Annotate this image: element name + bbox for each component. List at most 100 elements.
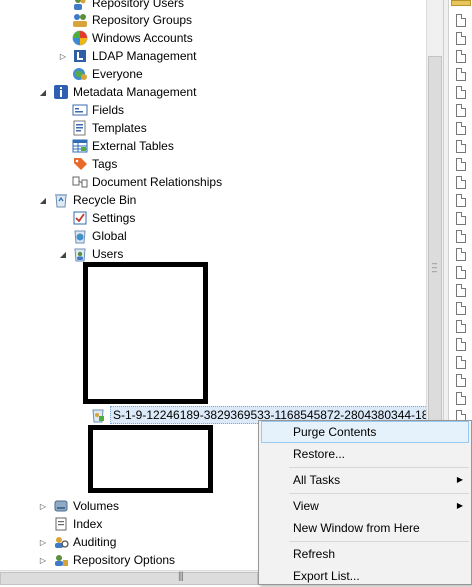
document-icon	[456, 356, 466, 369]
field-icon	[72, 102, 88, 118]
vertical-scroll-thumb[interactable]: – – –	[428, 56, 442, 476]
document-icon	[456, 284, 466, 297]
tree-item-templates[interactable]: Templates	[72, 119, 147, 137]
context-menu: Purge Contents Restore... All Tasks ▶ Vie…	[258, 420, 472, 585]
redaction-box	[83, 262, 208, 404]
document-icon	[456, 212, 466, 225]
document-icon	[456, 140, 466, 153]
tree-label: Recycle Bin	[73, 193, 137, 207]
ldap-icon	[72, 48, 88, 64]
menu-item-all-tasks[interactable]: All Tasks ▶	[261, 469, 469, 491]
tree-label: Index	[73, 517, 103, 531]
globe-users-icon	[72, 66, 88, 82]
menu-item-new-window[interactable]: New Window from Here	[261, 517, 469, 539]
menu-separator	[289, 493, 469, 494]
document-icon	[456, 392, 466, 405]
menu-item-purge-contents[interactable]: Purge Contents	[261, 421, 469, 443]
collapse-triangle-icon[interactable]: ◢	[38, 191, 48, 209]
auditing-icon	[53, 534, 69, 550]
recycle-bin-icon	[53, 192, 69, 208]
tree-label: Document Relationships	[92, 175, 223, 189]
tree-item-metadata-management[interactable]: Metadata Management	[53, 83, 196, 101]
recycle-user-icon	[90, 407, 106, 423]
expand-triangle-icon[interactable]: ▷	[58, 47, 68, 65]
users-icon	[72, 0, 88, 11]
tree-label: Templates	[92, 121, 147, 135]
tree-label: Settings	[92, 211, 136, 225]
grip-icon: |||	[178, 571, 184, 582]
tree-item-document-relationships[interactable]: Document Relationships	[72, 173, 222, 191]
collapse-triangle-icon[interactable]: ◢	[58, 245, 68, 263]
menu-label: Purge Contents	[293, 425, 377, 439]
menu-item-restore[interactable]: Restore...	[261, 443, 469, 465]
tree-label: Volumes	[73, 499, 120, 513]
document-icon	[456, 320, 466, 333]
recycle-globe-icon	[72, 228, 88, 244]
expand-triangle-icon[interactable]: ▷	[38, 551, 48, 569]
recycle-users-icon	[72, 246, 88, 262]
windows-logo-icon	[72, 30, 88, 46]
tree-item-repository-groups[interactable]: Repository Groups	[72, 11, 192, 29]
menu-item-refresh[interactable]: Refresh	[261, 543, 469, 565]
tree-item-users[interactable]: Users	[72, 245, 123, 263]
document-icon	[456, 104, 466, 117]
document-icon	[456, 194, 466, 207]
tree-item-ldap-management[interactable]: LDAP Management	[72, 47, 197, 65]
tree-label: Users	[92, 247, 124, 261]
tree-item-global[interactable]: Global	[72, 227, 127, 245]
tree-label: Tags	[92, 157, 118, 171]
tree-item-settings[interactable]: Settings	[72, 209, 135, 227]
submenu-arrow-icon: ▶	[456, 475, 463, 484]
tree-item-fields[interactable]: Fields	[72, 101, 124, 119]
options-icon	[53, 552, 69, 568]
checkbox-settings-icon	[72, 210, 88, 226]
menu-label: View	[293, 499, 319, 513]
index-icon	[53, 516, 69, 532]
volume-icon	[53, 498, 69, 514]
tree-label: Fields	[92, 103, 125, 117]
tree-item-external-tables[interactable]: External Tables	[72, 137, 174, 155]
menu-label: New Window from Here	[293, 521, 420, 535]
collapse-triangle-icon[interactable]: ◢	[38, 83, 48, 101]
menu-separator	[289, 467, 469, 468]
document-icon	[456, 32, 466, 45]
menu-label: Restore...	[293, 447, 346, 461]
menu-separator	[289, 541, 469, 542]
submenu-arrow-icon: ▶	[456, 501, 463, 510]
tag-icon	[72, 156, 88, 172]
document-icon	[456, 266, 466, 279]
relationship-icon	[72, 174, 88, 190]
document-icon	[456, 68, 466, 81]
document-icon	[456, 122, 466, 135]
tree-label: Everyone	[92, 67, 143, 81]
expand-triangle-icon[interactable]: ▷	[38, 533, 48, 551]
tree-item-everyone[interactable]: Everyone	[72, 65, 143, 83]
tree-label: Repository Options	[73, 553, 176, 567]
tree-label: Windows Accounts	[92, 31, 193, 45]
tree-label: LDAP Management	[92, 49, 197, 63]
template-icon	[72, 120, 88, 136]
menu-label: Export List...	[293, 569, 360, 583]
document-icon	[456, 374, 466, 387]
redaction-box	[88, 425, 213, 493]
tree-label: Repository Groups	[92, 13, 193, 27]
tree-item-index[interactable]: Index	[53, 515, 102, 533]
document-icon	[456, 248, 466, 261]
tree-item-windows-accounts[interactable]: Windows Accounts	[72, 29, 193, 47]
tree-label: Metadata Management	[73, 85, 197, 99]
tree-item-repository-options[interactable]: Repository Options	[53, 551, 175, 569]
tree-item-volumes[interactable]: Volumes	[53, 497, 119, 515]
menu-item-export-list[interactable]: Export List...	[261, 565, 469, 587]
tree-item-tags[interactable]: Tags	[72, 155, 117, 173]
group-icon	[72, 12, 88, 28]
tree-label: Auditing	[73, 535, 117, 549]
table-icon	[72, 138, 88, 154]
grip-icon: – – –	[432, 258, 438, 276]
horizontal-scroll-thumb[interactable]	[0, 572, 258, 585]
expand-triangle-icon[interactable]: ▷	[38, 497, 48, 515]
document-icon	[456, 230, 466, 243]
tree-item-recycle-bin[interactable]: Recycle Bin	[53, 191, 136, 209]
tree-item-auditing[interactable]: Auditing	[53, 533, 116, 551]
document-icon	[456, 14, 466, 27]
menu-item-view[interactable]: View ▶	[261, 495, 469, 517]
